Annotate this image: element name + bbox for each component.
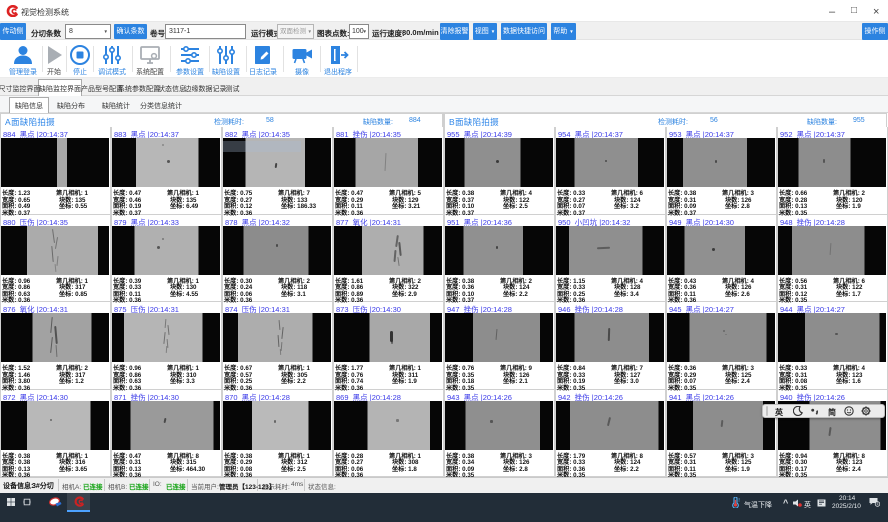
svg-text:6: 6 [877,502,879,506]
